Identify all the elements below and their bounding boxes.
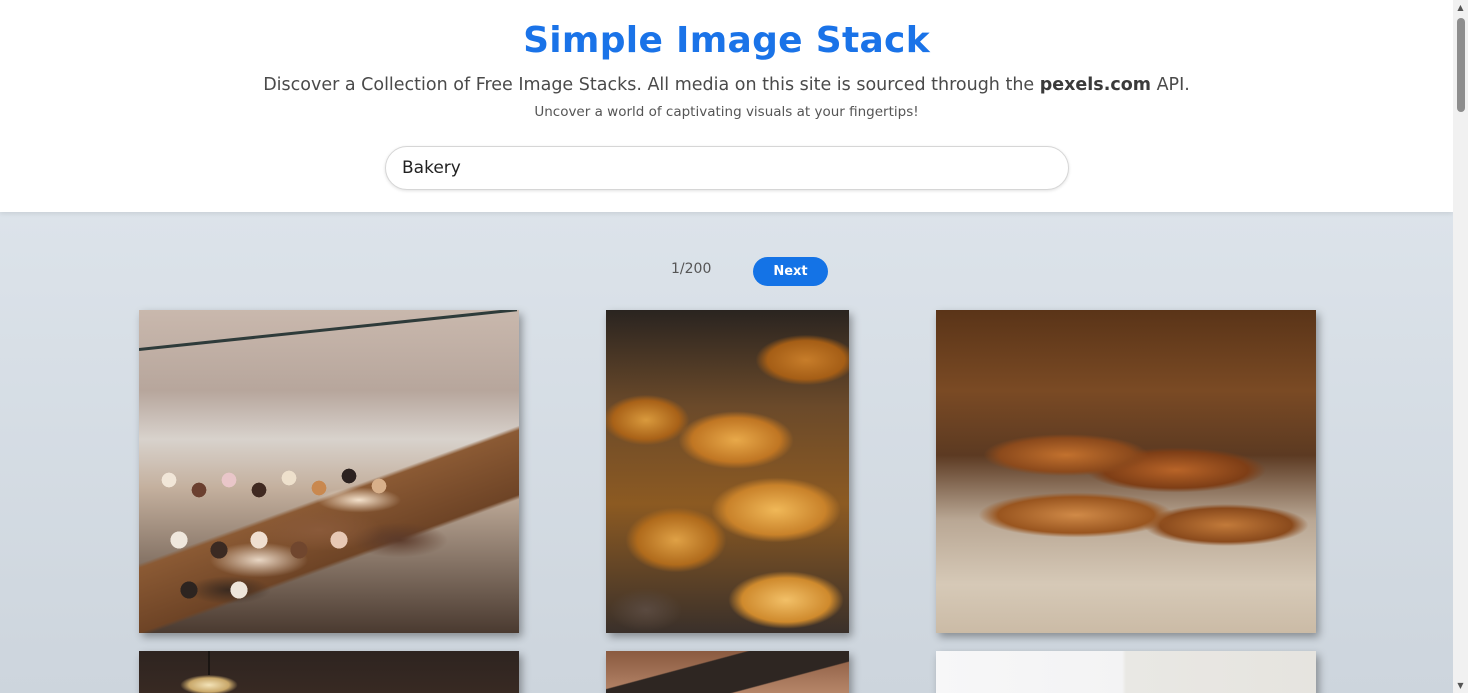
page-title: Simple Image Stack — [523, 20, 930, 61]
subtitle-brand: pexels.com — [1039, 75, 1151, 95]
page-subtitle: Discover a Collection of Free Image Stac… — [0, 75, 1453, 95]
chevron-up-icon[interactable]: ▲ — [1453, 0, 1468, 15]
search-input[interactable] — [385, 146, 1069, 190]
gallery-area: 1/200 Next — [0, 212, 1453, 693]
gallery-photo[interactable] — [936, 651, 1316, 693]
gallery-photo[interactable] — [606, 651, 849, 693]
gallery-photo[interactable] — [139, 310, 519, 633]
page-indicator: 1/200 — [671, 261, 712, 277]
tagline: Uncover a world of captivating visuals a… — [534, 104, 919, 120]
page-scrollbar[interactable]: ▲ ▼ — [1453, 0, 1468, 693]
subtitle-prefix: Discover a Collection of Free Image Stac… — [263, 75, 1040, 95]
site-header: Simple Image Stack Discover a Collection… — [0, 0, 1453, 212]
chevron-down-icon[interactable]: ▼ — [1453, 678, 1468, 693]
gallery-photo[interactable] — [139, 651, 519, 693]
photo-detail — [208, 651, 210, 675]
photo-detail — [139, 310, 518, 351]
scrollbar-thumb[interactable] — [1457, 18, 1465, 112]
gallery-photo[interactable] — [936, 310, 1316, 633]
next-button[interactable]: Next — [753, 257, 828, 286]
gallery-photo[interactable] — [606, 310, 849, 633]
photo-detail — [149, 450, 509, 610]
subtitle-suffix: API. — [1151, 75, 1190, 95]
